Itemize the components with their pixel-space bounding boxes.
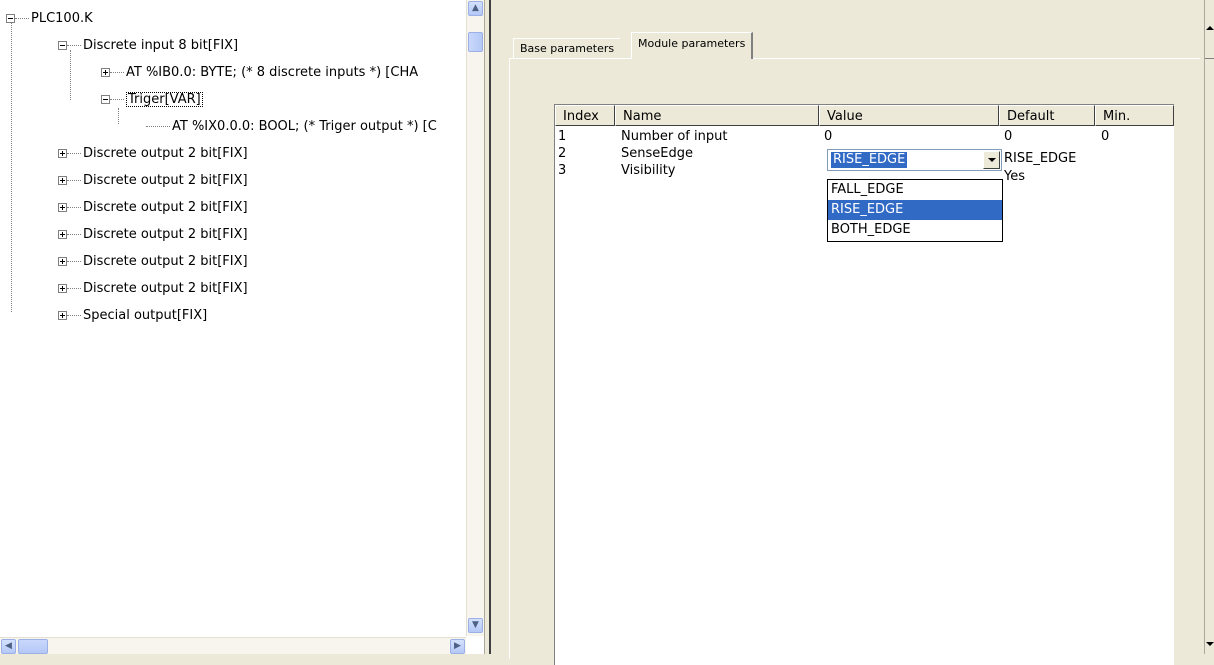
tree-item-label: Triger[VAR] [126, 92, 203, 107]
tree-horizontal-scrollbar[interactable]: ◀ ▶ [0, 637, 466, 654]
tree-item-label: AT %IB0.0: BYTE; (* 8 discrete inputs *)… [126, 65, 419, 80]
tab-module-parameters[interactable]: Module parameters [631, 32, 754, 59]
cell-index: 1 [558, 129, 567, 144]
option-both-edge[interactable]: BOTH_EDGE [828, 220, 1002, 240]
cell-min: 0 [1101, 129, 1110, 144]
tree-item-output[interactable]: Discrete output 2 bit[FIX] [58, 197, 248, 219]
plus-box-icon[interactable] [101, 67, 110, 77]
cell-default: Yes [1004, 169, 1025, 184]
scroll-thumb[interactable] [468, 32, 483, 52]
scroll-divider [1205, 58, 1214, 59]
tree-item-label: Discrete output 2 bit[FIX] [83, 227, 248, 242]
plus-box-icon[interactable] [58, 202, 67, 212]
tree-item-label: Discrete output 2 bit[FIX] [83, 173, 248, 188]
tree-item-label: Discrete output 2 bit[FIX] [83, 254, 248, 269]
cell-value[interactable]: 0 [824, 129, 832, 145]
minus-box-icon[interactable] [101, 94, 110, 104]
tree-item-at-ib[interactable]: AT %IB0.0: BYTE; (* 8 discrete inputs *)… [101, 62, 418, 84]
cell-default: RISE_EDGE [1004, 151, 1077, 166]
tree-item-at-ix[interactable]: AT %IX0.0.0: BOOL; (* Triger output *) [… [146, 116, 437, 138]
parameters-pane: Base parameters Module parameters Index … [491, 0, 1204, 665]
option-rise-edge[interactable]: RISE_EDGE [828, 200, 1002, 220]
sense-edge-combobox[interactable]: RISE_EDGE [827, 149, 1002, 171]
tree-item-output[interactable]: Discrete output 2 bit[FIX] [58, 170, 248, 192]
cell-default: 0 [1004, 129, 1013, 144]
tree-vertical-scrollbar[interactable]: ▲ ▼ [466, 0, 484, 636]
cell-name: SenseEdge [621, 146, 693, 161]
plus-box-icon[interactable] [58, 310, 67, 320]
cell-index: 2 [558, 146, 567, 161]
table-header: Index Name Value Default Min. [555, 105, 1174, 126]
column-header-name[interactable]: Name [615, 105, 819, 126]
tree-item-special[interactable]: Special output[FIX] [58, 305, 207, 327]
tree-item-output[interactable]: Discrete output 2 bit[FIX] [58, 251, 248, 273]
tree-item-label: AT %IX0.0.0: BOOL; (* Triger output *) [… [172, 119, 437, 134]
arrow-up-icon[interactable] [1206, 26, 1214, 30]
tree-item-output[interactable]: Discrete output 2 bit[FIX] [58, 224, 248, 246]
tree-item-output[interactable]: Discrete output 2 bit[FIX] [58, 278, 248, 300]
minus-box-icon[interactable] [6, 13, 15, 23]
tab-base-parameters[interactable]: Base parameters [513, 38, 621, 58]
arrow-left-icon[interactable]: ◀ [1, 639, 16, 654]
tree-item-output[interactable]: Discrete output 2 bit[FIX] [58, 143, 248, 165]
tree-item-label: Discrete output 2 bit[FIX] [83, 281, 248, 296]
option-fall-edge[interactable]: FALL_EDGE [828, 180, 1002, 200]
column-header-index[interactable]: Index [555, 105, 615, 126]
tree-item-label: Discrete output 2 bit[FIX] [83, 200, 248, 215]
column-header-min[interactable]: Min. [1095, 105, 1174, 126]
plus-box-icon[interactable] [58, 148, 67, 158]
tree-pane: PLC100.K Discrete input 8 bit[FIX] AT %I… [0, 0, 484, 654]
tree-item-triger[interactable]: Triger[VAR] [101, 89, 459, 111]
cell-name: Number of input [621, 129, 728, 144]
tree-item-label: Special output[FIX] [83, 308, 208, 323]
tree-item-label: Discrete output 2 bit[FIX] [83, 146, 248, 161]
chevron-down-icon[interactable] [983, 151, 1000, 169]
pane-splitter[interactable] [484, 0, 491, 654]
arrow-up-icon[interactable]: ▲ [468, 1, 483, 16]
tree-item-discrete-input[interactable]: Discrete input 8 bit[FIX] [58, 35, 238, 57]
cell-name: Visibility [621, 163, 676, 178]
column-header-default[interactable]: Default [999, 105, 1095, 126]
minus-box-icon[interactable] [58, 40, 67, 50]
sense-edge-dropdown-list[interactable]: FALL_EDGE RISE_EDGE BOTH_EDGE [827, 179, 1003, 242]
tree-item-root[interactable]: PLC100.K [6, 8, 93, 30]
parameters-table: Index Name Value Default Min. 1 Number o… [554, 104, 1174, 665]
tree-item-label: PLC100.K [31, 11, 93, 26]
scroll-thumb[interactable] [18, 639, 48, 654]
plus-box-icon[interactable] [58, 229, 67, 239]
combo-selected-value: RISE_EDGE [831, 152, 908, 168]
cell-index: 3 [558, 163, 567, 178]
arrow-down-icon[interactable]: ▼ [468, 618, 483, 633]
right-vertical-scrollbar[interactable] [1204, 0, 1214, 654]
plus-box-icon[interactable] [58, 283, 67, 293]
arrow-down-icon[interactable] [1206, 642, 1214, 646]
plus-box-icon[interactable] [58, 175, 67, 185]
arrow-right-icon[interactable]: ▶ [450, 639, 465, 654]
plus-box-icon[interactable] [58, 256, 67, 266]
tree-connector [70, 50, 71, 100]
tree-item-label: Discrete input 8 bit[FIX] [83, 38, 239, 53]
tree-connector [11, 18, 12, 312]
column-header-value[interactable]: Value [819, 105, 999, 126]
